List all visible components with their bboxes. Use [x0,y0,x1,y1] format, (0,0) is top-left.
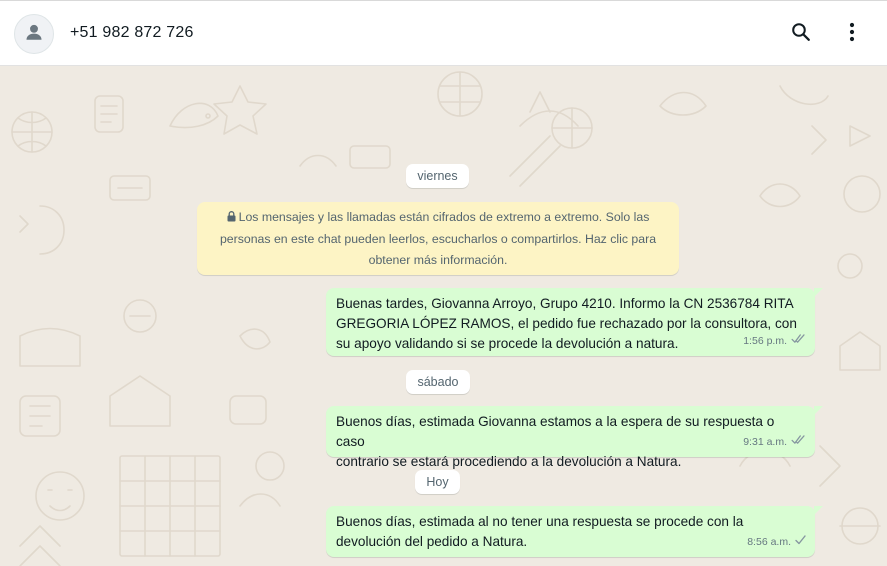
message-line: su apoyo validando si se procede la devo… [336,336,679,351]
encryption-notice[interactable]: Los mensajes y las llamadas están cifrad… [197,202,679,275]
message-line: GREGORIA LÓPEZ RAMOS, el pedido fue rech… [336,316,797,331]
lock-icon [227,208,236,229]
conversation-panel[interactable]: viernes Los mensajes y las llamadas está… [0,66,887,566]
search-button[interactable] [786,19,816,49]
double-check-icon [791,432,806,452]
date-label: viernes [417,169,458,183]
date-separator-friday: viernes [406,164,469,188]
message-meta: 8:56 a.m. [747,532,806,552]
message-line: devolución del pedido a Natura. [336,534,528,549]
message-meta: 1:56 p.m. [743,331,806,351]
message-time: 1:56 p.m. [743,335,787,347]
contact-avatar[interactable] [14,14,54,54]
bubble-tail [814,406,823,415]
bubble-tail [814,288,823,297]
message-line: Buenas tardes, Giovanna Arroyo, Grupo 42… [336,296,794,311]
contact-name[interactable]: +51 982 872 726 [70,24,194,42]
menu-button[interactable] [837,19,867,49]
message-meta: 9:31 a.m. [743,432,806,452]
outgoing-message[interactable]: Buenos días, estimada Giovanna estamos a… [326,406,823,469]
more-vertical-icon [849,22,855,47]
date-label: Hoy [426,475,449,489]
double-check-icon [791,331,806,351]
outgoing-message[interactable]: Buenas tardes, Giovanna Arroyo, Grupo 42… [326,288,823,356]
date-separator-saturday: sábado [406,370,470,394]
bubble-tail [814,506,823,515]
date-separator-today: Hoy [415,470,460,494]
message-time: 8:56 a.m. [747,536,791,548]
encryption-notice-line2: personas en este chat pueden leerlos, es… [219,232,657,246]
encryption-notice-line3: obtener más información. [368,253,508,267]
message-line: contrario se estará procediendo a la dev… [336,454,682,469]
default-user-avatar-icon [23,21,45,48]
single-check-icon [795,532,806,552]
outgoing-message[interactable]: Buenos días, estimada al no tener una re… [326,506,823,557]
encryption-notice-line1: Los mensajes y las llamadas están cifrad… [209,207,667,229]
message-line: Buenos días, estimada al no tener una re… [336,514,744,529]
message-line: Buenos días, estimada Giovanna estamos a… [336,414,775,449]
date-label: sábado [417,375,459,389]
message-time: 9:31 a.m. [743,436,787,448]
chat-header: +51 982 872 726 [0,0,887,66]
search-icon [790,21,812,48]
